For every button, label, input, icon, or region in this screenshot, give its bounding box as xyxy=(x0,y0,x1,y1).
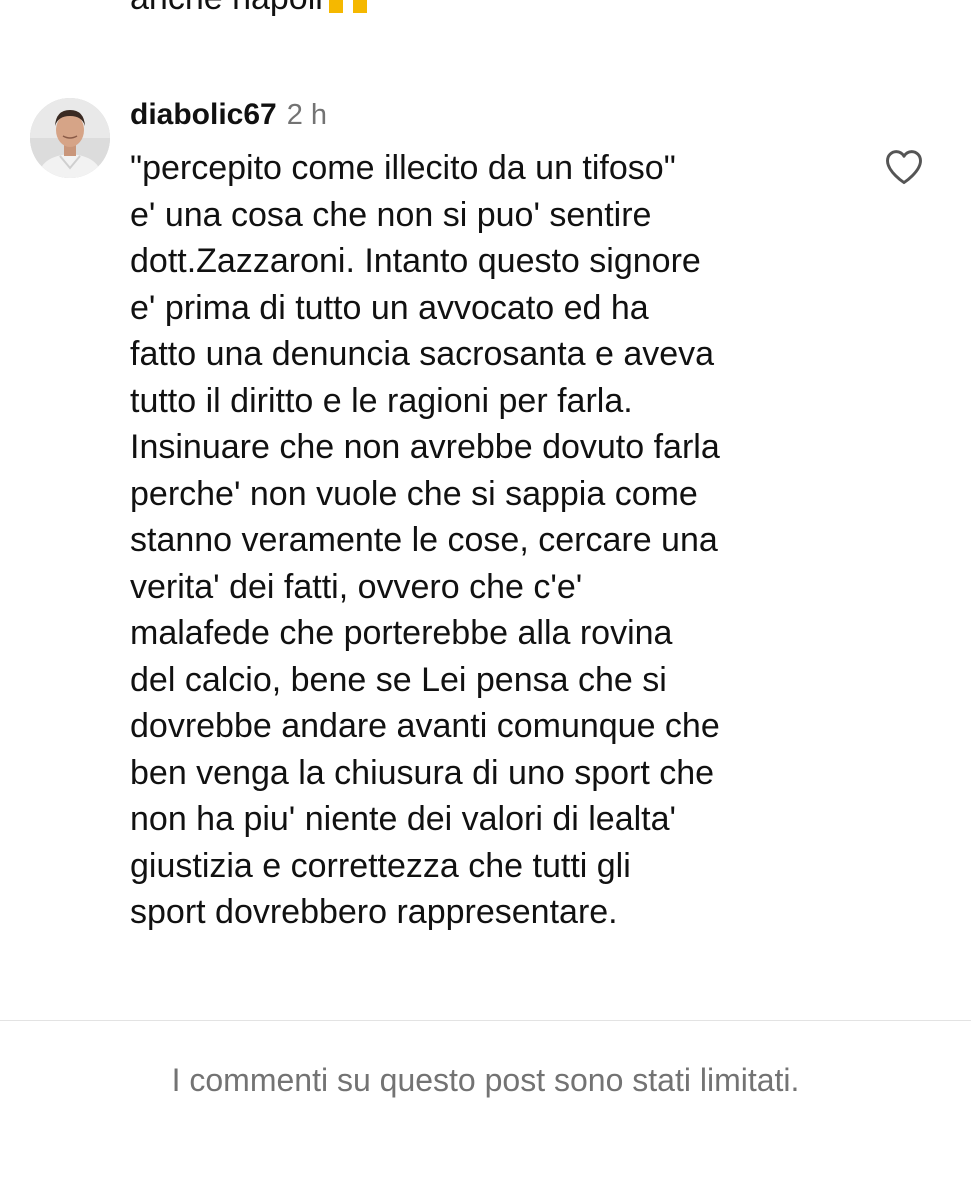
raised-hands-emoji-icon xyxy=(349,0,371,13)
comment-text: "percepito come illecito da un tifoso" e… xyxy=(130,145,890,936)
heart-outline-icon xyxy=(886,150,922,185)
comment-line: fatto una denuncia sacrosanta e aveva xyxy=(130,335,715,373)
comment-line: tutto il diritto e le ragioni per farla. xyxy=(130,381,633,420)
comment-line: perche' non vuole che si sappia come xyxy=(130,474,698,513)
comment-line: e' una cosa che non si puo' sentire xyxy=(130,195,652,234)
comment-line: Insinuare che non avrebbe dovuto farla xyxy=(130,428,720,466)
comment-line: del calcio, bene se Lei pensa che si xyxy=(130,660,667,699)
previous-comment-fragment: anche napoli xyxy=(130,0,323,17)
comment-line: giustizia e correttezza che tutti gli xyxy=(130,846,631,885)
divider xyxy=(0,1020,971,1021)
comment-line: dovrebbe andare avanti comunque che xyxy=(130,707,720,745)
comment-username[interactable]: diabolic67 xyxy=(130,98,277,132)
comment-timestamp: 2 h xyxy=(286,99,328,131)
raised-hands-emoji-icon xyxy=(325,0,347,13)
profile-photo-icon xyxy=(30,98,110,178)
comment-line: e' prima di tutto un avvocato ed ha xyxy=(130,288,649,327)
comment-line: dott.Zazzaroni. Intanto questo signore xyxy=(130,242,701,280)
comment-line: verita' dei fatti, ovvero che c'e' xyxy=(130,567,583,606)
comment-line: malafede che porterebbe alla rovina xyxy=(130,614,673,652)
comments-limited-notice: I commenti su questo post sono stati lim… xyxy=(171,1062,800,1098)
comment-line: sport dovrebbero rappresentare. xyxy=(130,893,618,931)
previous-comment-text: anche napoli xyxy=(130,0,371,18)
comment-line: stanno veramente le cose, cercare una xyxy=(130,521,718,559)
comment-line: non ha piu' niente dei valori di lealta' xyxy=(130,800,677,838)
like-button[interactable] xyxy=(882,145,926,189)
comment-line: "percepito come illecito da un tifoso" xyxy=(130,149,676,187)
comment-line: ben venga la chiusura di uno sport che xyxy=(130,753,715,792)
avatar[interactable] xyxy=(30,98,110,178)
comment-header: diabolic67 2 h xyxy=(130,98,327,142)
